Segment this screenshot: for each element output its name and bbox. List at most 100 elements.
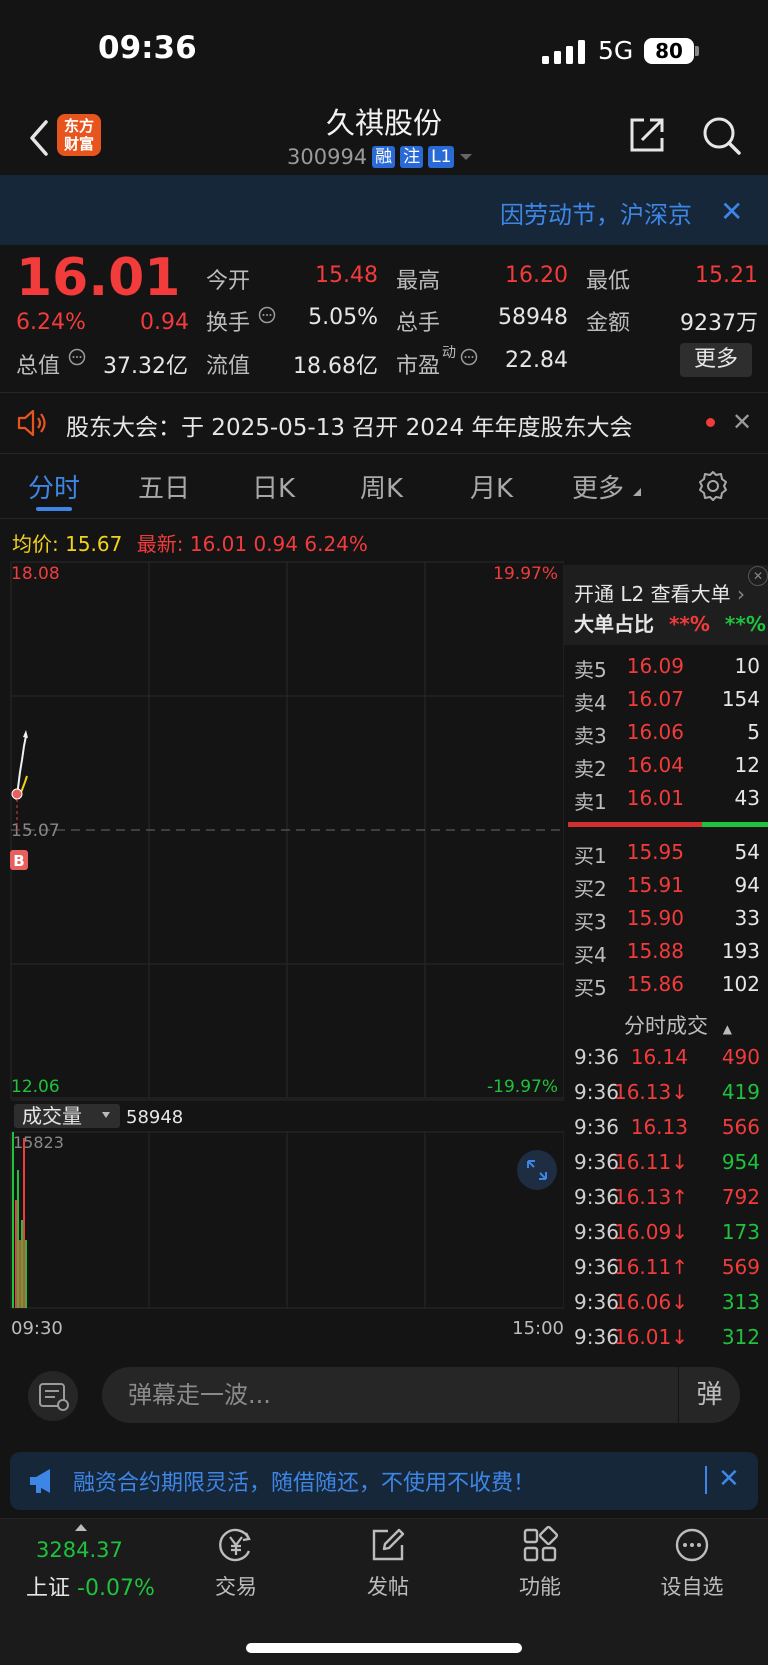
trades-title[interactable]: 分时成交 ▲	[624, 1010, 732, 1040]
tab-monthly-k[interactable]: 月K	[470, 468, 513, 505]
latest-label: 最新:	[136, 532, 184, 556]
bid-volume: 33	[734, 906, 760, 930]
ask-volume: 12	[734, 753, 760, 777]
l2-close-icon[interactable]: ✕	[748, 566, 768, 586]
avg-label: 均价:	[12, 532, 59, 556]
intraday-chart[interactable]: 18.08 19.97% 15.07 12.06 -19.97% B 成交量 5…	[0, 560, 564, 1350]
info-icon[interactable]	[258, 306, 276, 324]
nav-functions-label: 功能	[519, 1575, 561, 1599]
trade-row: 9:36 16.06↓ 313	[574, 1290, 760, 1324]
nav-trade[interactable]: 交易	[186, 1525, 286, 1601]
current-price: 16.01	[16, 248, 181, 308]
notice-close-icon[interactable]: ✕	[720, 195, 743, 228]
ask-label: 卖2	[574, 757, 607, 781]
ask-label: 卖5	[574, 658, 607, 682]
trade-price: 16.13↓	[613, 1080, 688, 1104]
low-label: 最低	[586, 269, 631, 294]
danmu-settings-icon	[39, 1383, 69, 1411]
trade-time: 9:36	[574, 1045, 619, 1069]
latest-change: 0.94	[253, 532, 298, 556]
bid-label: 买1	[574, 844, 607, 868]
edit-icon	[372, 1528, 405, 1561]
tab-more[interactable]: 更多	[572, 468, 624, 505]
y-mid-label: 15.07	[11, 821, 60, 841]
registration-tag: 注	[400, 146, 424, 168]
meeting-close-icon[interactable]: ✕	[732, 408, 752, 436]
nav-post[interactable]: 发帖	[338, 1525, 438, 1601]
danmu-send-button[interactable]: 弹	[678, 1367, 740, 1423]
volume-value: 58948	[498, 305, 568, 330]
more-button[interactable]: 更多	[680, 343, 752, 377]
float-cap-label: 流值	[206, 354, 251, 379]
ask-row: 卖5 16.09 10	[574, 654, 760, 686]
promo-close-icon[interactable]: ✕	[718, 1464, 740, 1494]
tab-weekly-k[interactable]: 周K	[360, 468, 403, 505]
l2-upsell-title[interactable]: 开通 L2 查看大单 ›	[574, 578, 745, 607]
danmu-settings-button[interactable]	[28, 1371, 78, 1421]
grid-icon	[523, 1525, 559, 1562]
promo-text: 融资合约期限灵活，随借随还，不使用不收费！	[73, 1471, 536, 1496]
info-icon[interactable]	[460, 348, 478, 366]
dropdown-caret-icon	[460, 154, 473, 160]
amount-value: 9237万	[680, 311, 758, 336]
trade-volume: 792	[721, 1185, 760, 1209]
trade-price: 16.13	[630, 1115, 688, 1139]
buy-sell-ratio-green	[702, 822, 768, 827]
danmu-send-label: 弹	[696, 1380, 723, 1410]
ask-price: 16.09	[626, 654, 684, 678]
tab-divider	[0, 518, 768, 519]
stock-code-row[interactable]: 300994 融 注 L1	[287, 143, 473, 171]
nav-post-label: 发帖	[367, 1575, 409, 1599]
index-name: 上证	[26, 1576, 71, 1601]
bid-row: 买3 15.90 33	[574, 906, 760, 938]
pe-superscript: 动	[442, 345, 456, 361]
volume-max-label: 15823	[13, 1133, 64, 1152]
volume-bar	[23, 1138, 25, 1308]
index-value[interactable]: 3284.37	[36, 1538, 123, 1562]
trade-time: 9:36	[574, 1080, 619, 1104]
share-icon[interactable]	[626, 114, 668, 156]
ask-volume: 10	[734, 654, 760, 678]
ask-label: 卖3	[574, 724, 607, 748]
bid-volume: 94	[734, 873, 760, 897]
index-ticker[interactable]: 上证 -0.07%	[26, 1570, 155, 1602]
more-dots-icon	[675, 1528, 709, 1562]
notice-text: 因劳动节，沪深京	[500, 201, 692, 229]
trade-row: 9:36 16.09↓ 173	[574, 1220, 760, 1254]
trades-title-text: 分时成交	[624, 1014, 708, 1038]
bid-label: 买2	[574, 877, 607, 901]
ask-row: 卖4 16.07 154	[574, 687, 760, 719]
tab-five-day[interactable]: 五日	[138, 468, 190, 505]
volume-total: 58948	[126, 1107, 183, 1128]
signal-icon	[542, 40, 585, 64]
trade-row: 9:36 16.13↑ 792	[574, 1185, 760, 1219]
y-max-label: 18.08	[11, 564, 60, 584]
market-cap-label: 总值	[16, 354, 61, 379]
ask-price: 16.04	[626, 753, 684, 777]
ask-price: 16.07	[626, 687, 684, 711]
nav-add-watchlist-label: 设自选	[660, 1575, 724, 1599]
info-icon[interactable]	[68, 348, 86, 366]
y-min-label: 12.06	[11, 1077, 60, 1097]
megaphone-icon	[30, 1469, 50, 1493]
gear-icon[interactable]	[697, 470, 729, 502]
trade-time: 9:36	[574, 1255, 619, 1279]
time-start-label: 09:30	[11, 1318, 63, 1339]
battery-tip	[695, 46, 699, 56]
ask-row: 卖1 16.01 43	[574, 786, 760, 818]
search-icon[interactable]	[700, 114, 742, 156]
volume-label: 总手	[396, 311, 441, 336]
avg-price-row: 均价: 15.67 最新: 16.01 0.94 6.24%	[12, 528, 368, 557]
big-order-ratio: 大单占比 **% **%	[574, 608, 766, 637]
ask-label: 卖1	[574, 790, 607, 814]
tab-intraday[interactable]: 分时	[28, 468, 80, 505]
tab-daily-k[interactable]: 日K	[252, 468, 295, 505]
ask-volume: 43	[734, 786, 760, 810]
nav-add-watchlist[interactable]: 设自选	[642, 1525, 742, 1601]
trade-price: 16.06↓	[613, 1290, 688, 1314]
danmu-input[interactable]: 弹幕走一波...	[102, 1367, 740, 1423]
high-label: 最高	[396, 269, 441, 294]
trade-row: 9:36 16.13↓ 419	[574, 1080, 760, 1114]
nav-functions[interactable]: 功能	[490, 1525, 590, 1601]
trade-time: 9:36	[574, 1220, 619, 1244]
